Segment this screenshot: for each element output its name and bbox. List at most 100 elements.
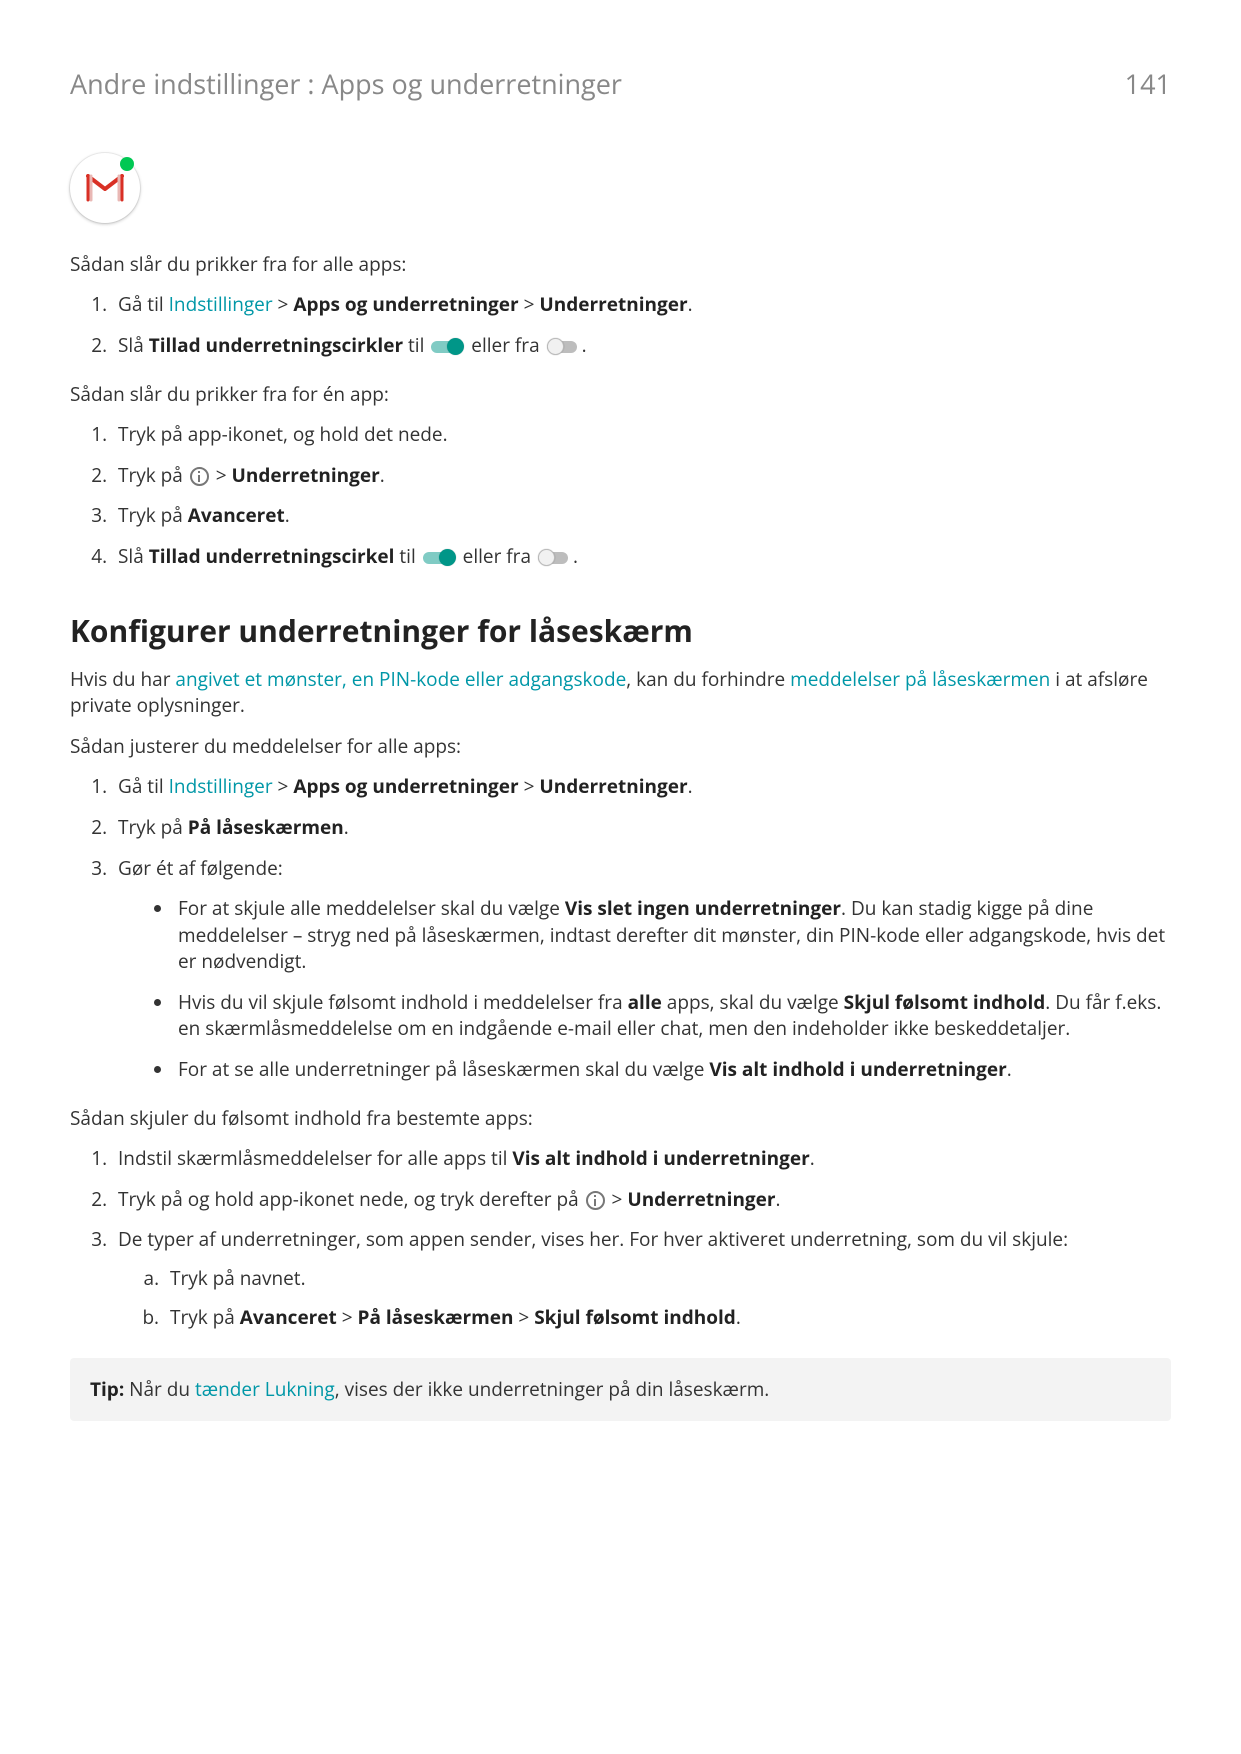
substep: Tryk på Avanceret > På låseskærmen > Skj…	[164, 1304, 1171, 1331]
text: >	[211, 462, 232, 488]
page-number: 141	[1125, 65, 1171, 103]
nav-item: Avanceret	[188, 502, 285, 528]
option: For at se alle underretninger på låseskæ…	[174, 1056, 1171, 1083]
tip-box: Tip: Når du tænder Lukning, vises der ik…	[70, 1358, 1171, 1421]
nav-item: Underretninger	[232, 462, 380, 488]
text: .	[688, 291, 693, 317]
intro-one-app: Sådan slår du prikker fra for én app:	[70, 381, 1171, 408]
nav-item: Underretninger	[539, 291, 687, 317]
text: .	[573, 543, 578, 569]
step: Tryk på Avanceret.	[112, 502, 1171, 529]
text: >	[273, 773, 294, 799]
text: Hvis du vil skjule følsomt indhold i med…	[178, 989, 628, 1015]
mail-glyph-icon	[86, 174, 124, 202]
text: eller fra	[466, 332, 544, 358]
step: Gå til Indstillinger > Apps og underretn…	[112, 291, 1171, 318]
tip-label: Tip:	[90, 1376, 124, 1402]
text: For at se alle underretninger på låseskæ…	[178, 1056, 709, 1082]
step: Gør ét af følgende: For at skjule alle m…	[112, 855, 1171, 1083]
emphasis: alle	[628, 989, 662, 1015]
text: Gå til	[118, 773, 169, 799]
settings-link[interactable]: Indstillinger	[169, 291, 273, 317]
lockscreen-intro: Hvis du har angivet et mønster, en PIN-k…	[70, 666, 1171, 719]
hide-intro: Sådan skjuler du følsomt indhold fra bes…	[70, 1105, 1171, 1132]
text: .	[810, 1145, 815, 1171]
text: Tryk på	[118, 814, 188, 840]
option-name: Vis alt indhold i underretninger	[709, 1056, 1006, 1082]
nav-item: Skjul følsomt indhold	[534, 1304, 736, 1330]
nav-item: Apps og underretninger	[293, 773, 518, 799]
text: eller fra	[458, 543, 536, 569]
text: >	[607, 1186, 628, 1212]
text: For at skjule alle meddelelser skal du v…	[178, 895, 565, 921]
step: De typer af underretninger, som appen se…	[112, 1226, 1171, 1330]
text: Indstil skærmlåsmeddelelser for alle app…	[118, 1145, 512, 1171]
nav-item: Underretninger	[539, 773, 687, 799]
substep: Tryk på navnet.	[164, 1265, 1171, 1292]
step: Tryk på app-ikonet, og hold det nede.	[112, 421, 1171, 448]
text: , vises der ikke underretninger på din l…	[335, 1376, 770, 1402]
text: >	[337, 1304, 358, 1330]
page-header: Andre indstillinger : Apps og underretni…	[70, 65, 1171, 103]
nav-item: På låseskærmen	[358, 1304, 514, 1330]
toggle-on-icon	[431, 338, 464, 356]
text: Tryk på	[118, 502, 188, 528]
substeps: Tryk på navnet. Tryk på Avanceret > På l…	[118, 1265, 1171, 1330]
info-icon	[190, 467, 209, 486]
toggle-on-icon	[423, 549, 456, 567]
lockscreen-notifications-link[interactable]: meddelelser på låseskærmen	[790, 666, 1050, 692]
steps-one-app: Tryk på app-ikonet, og hold det nede. Tr…	[70, 421, 1171, 569]
adjust-intro: Sådan justerer du meddelelser for alle a…	[70, 733, 1171, 760]
text: Gå til	[118, 291, 169, 317]
step: Slå Tillad underretningscirkel til eller…	[112, 543, 1171, 570]
step: Tryk på > Underretninger.	[112, 462, 1171, 489]
nav-item: Underretninger	[627, 1186, 775, 1212]
option-name: Vis alt indhold i underretninger	[512, 1145, 809, 1171]
text: Tryk på og hold app-ikonet nede, og tryk…	[118, 1186, 584, 1212]
text: >	[513, 1304, 534, 1330]
text: Slå	[118, 332, 149, 358]
step: Tryk på og hold app-ikonet nede, og tryk…	[112, 1186, 1171, 1213]
option: For at skjule alle meddelelser skal du v…	[174, 895, 1171, 975]
step: Tryk på På låseskærmen.	[112, 814, 1171, 841]
step: Slå Tillad underretningscirkler til elle…	[112, 332, 1171, 359]
option: Hvis du vil skjule følsomt indhold i med…	[174, 989, 1171, 1042]
pattern-link[interactable]: angivet et mønster, en PIN-kode eller ad…	[175, 666, 626, 692]
text: til	[394, 543, 420, 569]
text: Gør ét af følgende:	[118, 855, 283, 881]
text: De typer af underretninger, som appen se…	[118, 1226, 1068, 1252]
text: .	[776, 1186, 781, 1212]
nav-item: På låseskærmen	[188, 814, 344, 840]
text: apps, skal du vælge	[662, 989, 844, 1015]
option-name: Vis slet ingen underretninger	[565, 895, 841, 921]
setting-name: Tillad underretningscirkel	[149, 543, 395, 569]
options-list: For at skjule alle meddelelser skal du v…	[118, 895, 1171, 1083]
text: Hvis du har	[70, 666, 175, 692]
option-name: Skjul følsomt indhold	[844, 989, 1046, 1015]
breadcrumb: Andre indstillinger : Apps og underretni…	[70, 65, 622, 103]
text: .	[736, 1304, 741, 1330]
text: .	[582, 332, 587, 358]
text: Når du	[124, 1376, 195, 1402]
steps-hide: Indstil skærmlåsmeddelelser for alle app…	[70, 1145, 1171, 1330]
text: til	[403, 332, 429, 358]
text: Tryk på	[118, 462, 188, 488]
setting-name: Tillad underretningscirkler	[149, 332, 403, 358]
text: .	[688, 773, 693, 799]
nav-item: Avanceret	[240, 1304, 337, 1330]
intro-all-apps: Sådan slår du prikker fra for alle apps:	[70, 251, 1171, 278]
step: Gå til Indstillinger > Apps og underretn…	[112, 773, 1171, 800]
step: Indstil skærmlåsmeddelelser for alle app…	[112, 1145, 1171, 1172]
settings-link[interactable]: Indstillinger	[169, 773, 273, 799]
text: >	[519, 773, 540, 799]
text: .	[344, 814, 349, 840]
nav-item: Apps og underretninger	[293, 291, 518, 317]
steps-all-apps: Gå til Indstillinger > Apps og underretn…	[70, 291, 1171, 358]
gmail-app-icon	[70, 153, 140, 223]
text: >	[273, 291, 294, 317]
section-heading-lockscreen: Konfigurer underretninger for låseskærm	[70, 610, 1171, 652]
lockdown-link[interactable]: tænder Lukning	[195, 1376, 335, 1402]
toggle-off-icon	[538, 549, 571, 567]
toggle-off-icon	[547, 338, 580, 356]
text: Tryk på	[170, 1304, 240, 1330]
